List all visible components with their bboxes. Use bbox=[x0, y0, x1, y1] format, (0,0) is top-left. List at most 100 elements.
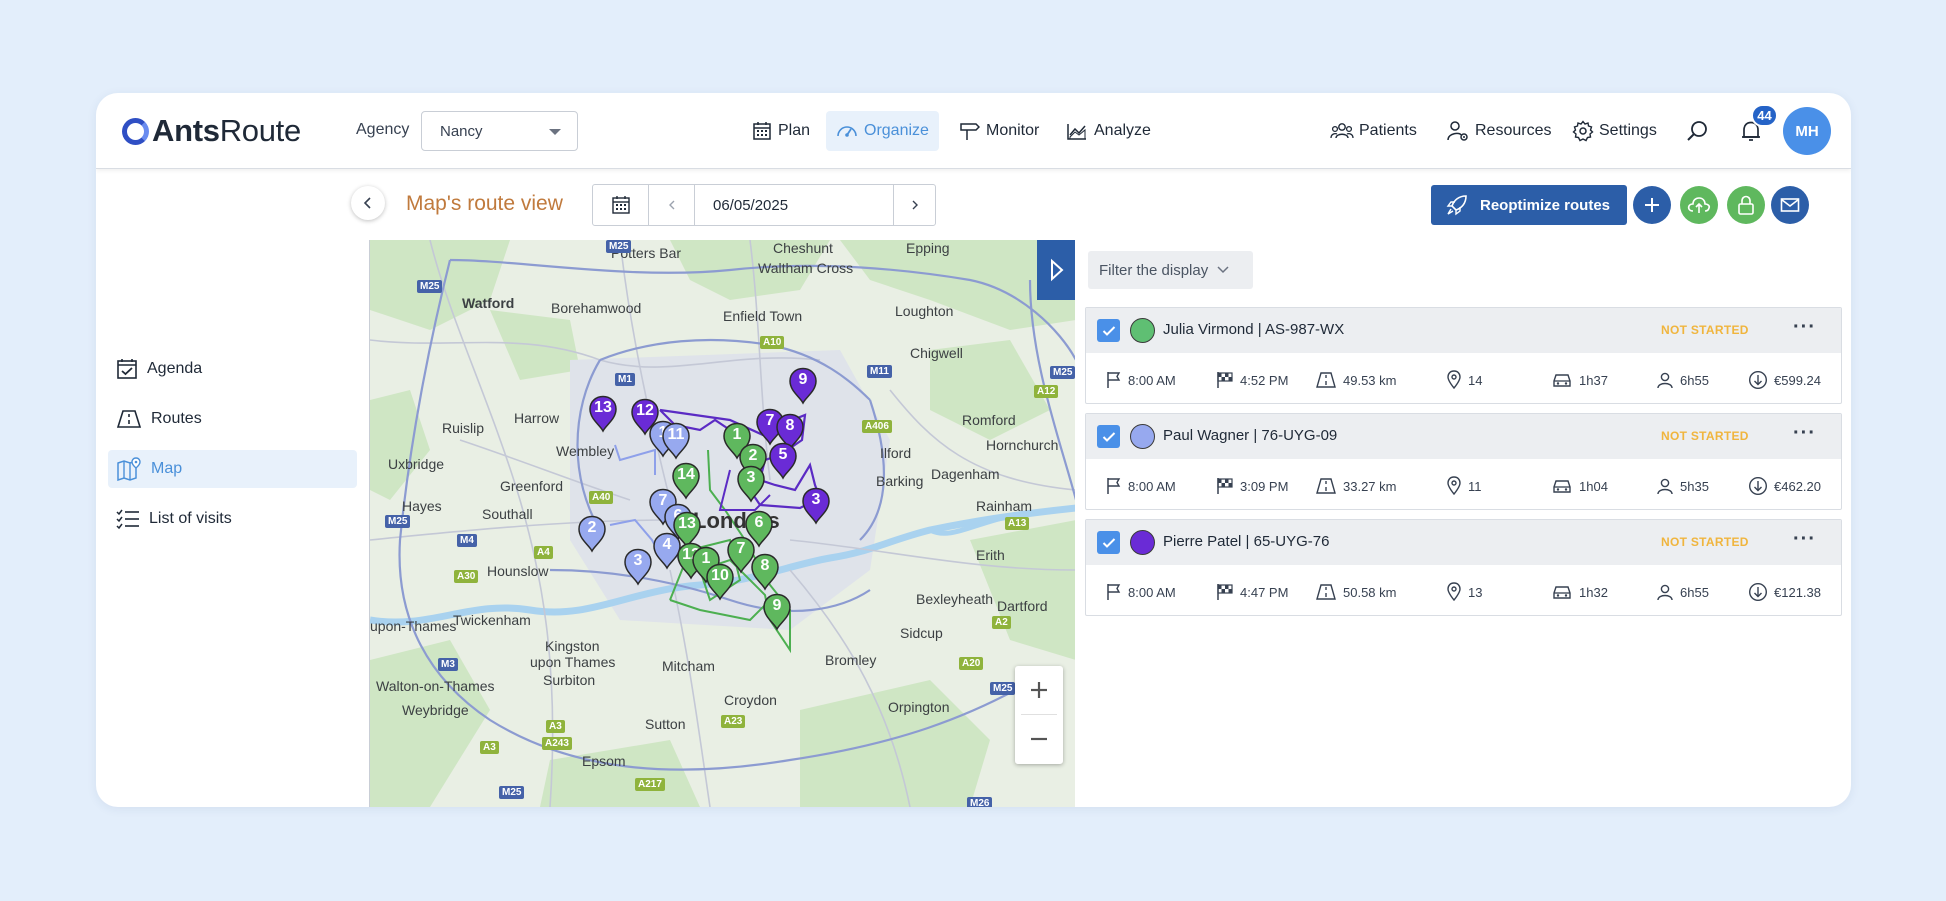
arrow-down-circle-icon bbox=[1748, 370, 1768, 390]
patients-link[interactable]: Patients bbox=[1330, 111, 1417, 151]
map-pin[interactable]: 8 bbox=[750, 553, 780, 591]
map-place-label: Croydon bbox=[724, 692, 777, 708]
map-place-label: Epsom bbox=[582, 753, 626, 769]
map-pin-label: 3 bbox=[633, 552, 643, 569]
sidebar: Agenda Routes Map List of visits bbox=[96, 170, 369, 807]
map-pin[interactable]: 11 bbox=[661, 422, 691, 460]
logo-ring-icon bbox=[122, 117, 149, 145]
road-tag: A3 bbox=[480, 741, 499, 754]
previous-day-button[interactable] bbox=[649, 185, 695, 225]
road-tag: A20 bbox=[959, 657, 984, 670]
chevron-left-icon bbox=[363, 197, 371, 209]
map-place-label: Borehamwood bbox=[551, 300, 642, 316]
settings-link[interactable]: Settings bbox=[1572, 111, 1657, 151]
route-card[interactable]: Julia Virmond | AS-987-WX NOT STARTED ··… bbox=[1085, 307, 1842, 404]
route-checkbox[interactable] bbox=[1097, 425, 1120, 448]
map-pin-label: 9 bbox=[798, 371, 808, 388]
nav-plan[interactable]: Plan bbox=[742, 111, 820, 151]
route-checkbox[interactable] bbox=[1097, 319, 1120, 342]
route-name: Paul Wagner | 76-UYG-09 bbox=[1163, 427, 1338, 444]
map-place-label: Weybridge bbox=[402, 702, 469, 718]
map-pin-label: 8 bbox=[785, 417, 795, 434]
plus-icon bbox=[1031, 682, 1047, 698]
gear-icon bbox=[1572, 120, 1594, 142]
map-pin[interactable]: 3 bbox=[623, 548, 653, 586]
resources-link[interactable]: Resources bbox=[1446, 111, 1551, 151]
location-pin-icon bbox=[1447, 476, 1461, 496]
road-tag: A2 bbox=[992, 616, 1011, 629]
map-pin[interactable]: 10 bbox=[705, 563, 735, 601]
map-place-label: Dartford bbox=[997, 598, 1048, 614]
email-button[interactable] bbox=[1771, 186, 1809, 224]
calendar-picker-button[interactable] bbox=[593, 185, 649, 225]
nav-analyze[interactable]: Analyze bbox=[1056, 111, 1161, 151]
status-badge: NOT STARTED bbox=[1661, 535, 1749, 549]
map-place-label: Chigwell bbox=[910, 345, 963, 361]
toggle-panel-button[interactable] bbox=[1037, 240, 1075, 300]
next-day-button[interactable] bbox=[894, 185, 935, 225]
road-tag: M26 bbox=[967, 797, 993, 807]
checklist-icon bbox=[116, 509, 139, 530]
nav-organize[interactable]: Organize bbox=[826, 111, 939, 151]
route-card[interactable]: Pierre Patel | 65-UYG-76 NOT STARTED ···… bbox=[1085, 519, 1842, 616]
map-pin[interactable]: 3 bbox=[736, 465, 766, 503]
route-drive-time: 1h04 bbox=[1551, 475, 1608, 497]
map-pin[interactable]: 9 bbox=[788, 367, 818, 405]
sidebar-item-map[interactable]: Map bbox=[108, 450, 357, 488]
zoom-in-button[interactable] bbox=[1015, 666, 1063, 714]
map-place-label: Orpington bbox=[888, 699, 950, 715]
map-pin-label: 2 bbox=[587, 519, 597, 536]
map-pin[interactable]: 3 bbox=[801, 487, 831, 525]
checkmark-icon bbox=[1102, 325, 1115, 336]
route-cost: €599.24 bbox=[1748, 369, 1821, 391]
logo[interactable]: AntsRoute bbox=[122, 113, 301, 149]
route-cost: €462.20 bbox=[1748, 475, 1821, 497]
more-options-button[interactable]: ··· bbox=[1793, 528, 1816, 551]
map-place-label: Enfield Town bbox=[723, 308, 803, 324]
filter-display-dropdown[interactable]: Filter the display bbox=[1088, 251, 1253, 289]
zoom-out-button[interactable] bbox=[1015, 715, 1063, 763]
more-options-button[interactable]: ··· bbox=[1793, 316, 1816, 339]
lock-icon bbox=[1738, 195, 1754, 215]
collapse-sidebar-button[interactable] bbox=[351, 186, 385, 220]
route-card[interactable]: Paul Wagner | 76-UYG-09 NOT STARTED ··· … bbox=[1085, 413, 1842, 510]
map-pin[interactable]: 9 bbox=[762, 593, 792, 631]
map-place-label: Waltham Cross bbox=[758, 260, 854, 276]
map-pin[interactable]: 2 bbox=[577, 515, 607, 553]
route-checkbox[interactable] bbox=[1097, 531, 1120, 554]
sidebar-item-agenda[interactable]: Agenda bbox=[108, 350, 357, 388]
route-card-header: Pierre Patel | 65-UYG-76 NOT STARTED ··· bbox=[1086, 520, 1841, 565]
map-pin[interactable]: 5 bbox=[768, 442, 798, 480]
agency-select[interactable]: Nancy bbox=[421, 111, 578, 151]
route-work-time: 6h55 bbox=[1656, 581, 1709, 603]
car-icon bbox=[1553, 374, 1571, 387]
road-tag: A217 bbox=[635, 778, 665, 791]
cloud-upload-button[interactable] bbox=[1680, 186, 1718, 224]
map-place-label: Southall bbox=[482, 506, 533, 522]
add-button[interactable] bbox=[1633, 186, 1671, 224]
sidebar-item-routes[interactable]: Routes bbox=[108, 400, 357, 438]
nav-monitor[interactable]: Monitor bbox=[948, 111, 1049, 151]
checkmark-icon bbox=[1102, 431, 1115, 442]
search-button[interactable] bbox=[1683, 116, 1713, 146]
road-tag: A13 bbox=[1005, 517, 1030, 530]
date-input[interactable]: 06/05/2025 bbox=[695, 185, 894, 225]
checkered-flag-icon bbox=[1217, 584, 1233, 600]
map-pin-label: 13 bbox=[678, 515, 696, 532]
reoptimize-routes-button[interactable]: Reoptimize routes bbox=[1431, 185, 1627, 225]
location-pin-icon bbox=[1447, 582, 1461, 602]
map-place-label: Greenford bbox=[500, 478, 564, 494]
map-place-label: Loughton bbox=[895, 303, 954, 319]
road-tag: M11 bbox=[867, 365, 892, 378]
avatar[interactable]: MH bbox=[1783, 107, 1831, 155]
sidebar-item-list-of-visits[interactable]: List of visits bbox=[108, 500, 357, 538]
route-card-header: Paul Wagner | 76-UYG-09 NOT STARTED ··· bbox=[1086, 414, 1841, 459]
map-pin[interactable]: 13 bbox=[588, 395, 618, 433]
route-color-dot bbox=[1130, 530, 1155, 555]
more-options-button[interactable]: ··· bbox=[1793, 422, 1816, 445]
road-tag: A10 bbox=[760, 336, 785, 349]
map-place-label: Walton-on-Thames bbox=[376, 678, 495, 694]
route-map[interactable]: Potters Bar Cheshunt Epping Waltham Cros… bbox=[369, 240, 1075, 807]
lock-button[interactable] bbox=[1727, 186, 1765, 224]
map-place-label: Hayes bbox=[402, 498, 442, 514]
